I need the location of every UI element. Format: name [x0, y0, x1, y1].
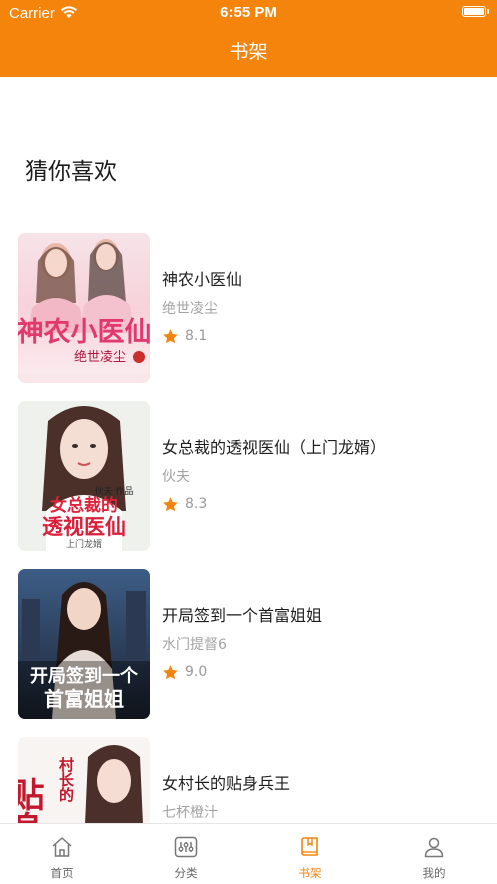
- book-author: 绝世凌尘: [162, 301, 218, 317]
- book-cover[interactable]: 伙夫 作品 女总裁的 透视医仙 上门龙婿: [18, 401, 150, 551]
- rating-value: 8.1: [185, 328, 208, 344]
- tab-label: 书架: [298, 866, 322, 880]
- book-item[interactable]: 伙夫 作品 女总裁的 透视医仙 上门龙婿 女总裁的透视医仙（上门龙婿） 伙夫 8…: [18, 401, 478, 551]
- rating-value: 9.0: [185, 664, 208, 680]
- cover-title-text: 贴身: [18, 777, 44, 823]
- star-icon: [163, 329, 178, 344]
- book-cover[interactable]: 开局签到一个 首富姐姐: [18, 569, 150, 719]
- nav-header: Carrier 6:55 PM 书架: [0, 0, 497, 77]
- star-icon: [163, 497, 178, 512]
- book-item[interactable]: 神农小医仙 绝世凌尘 神农小医仙 绝世凌尘 8.1: [18, 233, 478, 383]
- cover-title-text: 女总裁的: [50, 495, 118, 516]
- page-title: 书架: [229, 41, 268, 63]
- book-item[interactable]: 开局签到一个 首富姐姐 开局签到一个首富姐姐 水门提督6 9.0: [18, 569, 478, 719]
- book-author: 七杯橙汁: [162, 805, 218, 821]
- section-title: 猜你喜欢: [25, 159, 117, 185]
- tab-home[interactable]: 首页: [0, 824, 124, 884]
- book-title[interactable]: 女村长的贴身兵王: [162, 770, 290, 794]
- book-title[interactable]: 神农小医仙: [162, 266, 242, 290]
- cover-title-text: 透视医仙: [42, 515, 126, 539]
- book-author: 水门提督6: [162, 637, 227, 653]
- battery-icon: [462, 6, 486, 17]
- tab-label: 首页: [50, 866, 74, 880]
- status-time: 6:55 PM: [220, 4, 277, 21]
- book-cover[interactable]: 神农小医仙 绝世凌尘: [18, 233, 150, 383]
- tab-bar: 首页 分类 书架 我的: [0, 823, 497, 884]
- battery-tip: [487, 9, 489, 14]
- book-title[interactable]: 开局签到一个首富姐姐: [162, 602, 322, 626]
- cover-title-text: 首富姐姐: [44, 687, 124, 711]
- cover-title-text: 开局签到一个: [30, 665, 139, 687]
- book-title[interactable]: 女总裁的透视医仙（上门龙婿）: [162, 434, 386, 458]
- tab-label: 我的: [422, 866, 446, 880]
- category-icon: [174, 836, 198, 858]
- home-icon: [52, 837, 72, 857]
- tab-label: 分类: [174, 866, 198, 880]
- bookshelf-icon: [301, 837, 318, 856]
- star-icon: [163, 665, 178, 680]
- book-author: 伙夫: [162, 469, 190, 485]
- book-item[interactable]: 贴身 村长的 女村长的贴身兵王 七杯橙汁: [18, 737, 478, 823]
- profile-icon: [424, 837, 444, 858]
- book-cover[interactable]: 贴身 村长的: [18, 737, 150, 823]
- tab-bookshelf[interactable]: 书架: [248, 824, 372, 884]
- cover-sub-text: 上门龙婿: [66, 538, 102, 550]
- tab-profile[interactable]: 我的: [372, 824, 496, 884]
- cover-title-text: 神农小医仙: [18, 317, 150, 348]
- cover-author-text: 绝世凌尘: [74, 349, 126, 365]
- tab-category[interactable]: 分类: [124, 824, 248, 884]
- cover-title-text: 村长的: [57, 756, 75, 803]
- status-bar: Carrier 6:55 PM: [0, 0, 497, 26]
- rating-value: 8.3: [185, 496, 208, 512]
